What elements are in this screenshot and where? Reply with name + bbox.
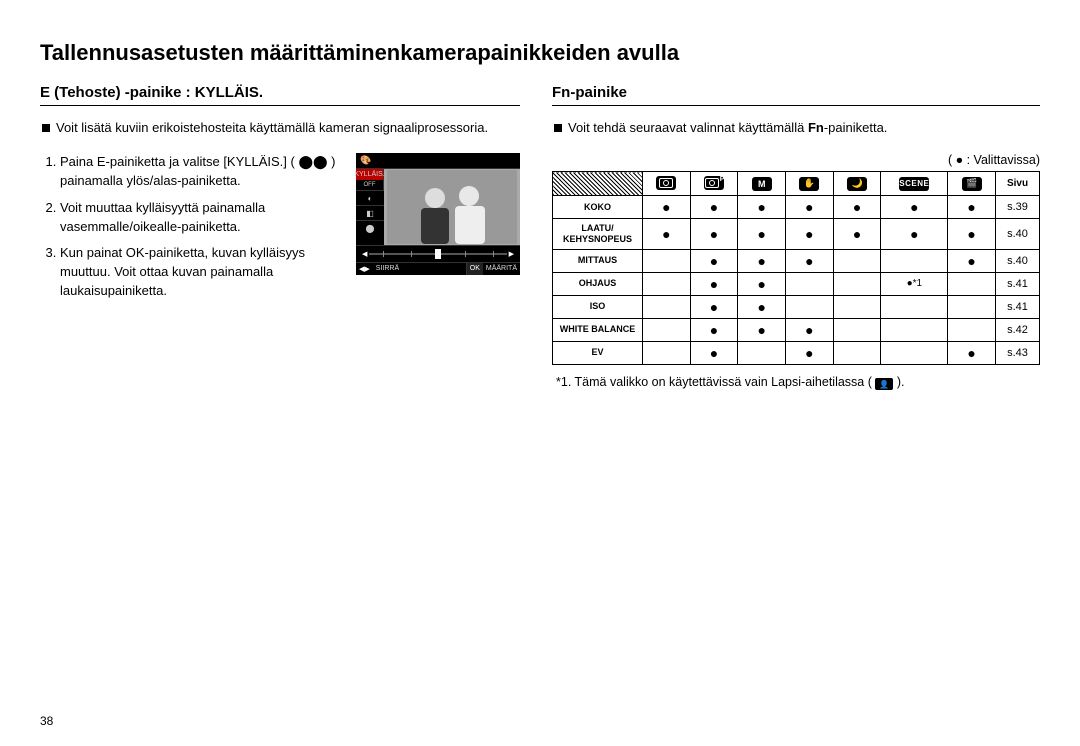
manual-mode-icon: M (752, 177, 772, 191)
row-iso: ISO (553, 295, 643, 318)
row-mittaus: MITTAUS (553, 249, 643, 272)
couple-photo-placeholder (387, 170, 517, 244)
col-mode-night: 🌙 (833, 172, 881, 196)
lcd-preview-image (384, 169, 520, 245)
fn-footnote: *1. Tämä valikko on käytettävissä vain L… (556, 375, 1040, 390)
lcd-arrows-icon: ◀▶ (356, 263, 373, 275)
lcd-set-label: MÄÄRITÄ (483, 263, 520, 275)
program-mode-icon: P (704, 176, 724, 190)
table-legend: ( ● : Valittavissa) (552, 153, 1040, 167)
lcd-selected-label: KYLLÄIS. (356, 169, 384, 180)
table-row: KOKO ● ● ● ● ● ● ● s.39 (553, 196, 1040, 219)
effect-intro: Voit lisätä kuviin erikoistehosteita käy… (42, 120, 520, 135)
camera-lcd-mock: 🎨 KYLLÄIS. OFF ◐ ◧ ⬤ (356, 153, 520, 275)
table-row: WHITE BALANCE ● ● ● s.42 (553, 318, 1040, 341)
col-mode-movie: 🎬 (948, 172, 996, 196)
lcd-top-icon: 🎨 (356, 153, 520, 168)
table-row: EV ● ● ● s.43 (553, 341, 1040, 364)
col-mode-manual: M (738, 172, 786, 196)
row-ev: EV (553, 341, 643, 364)
row-ohjaus: OHJAUS (553, 272, 643, 295)
col-mode-program: P (690, 172, 738, 196)
table-row: OHJAUS ● ● ●*1 s.41 (553, 272, 1040, 295)
col-mode-dis: ✋ (786, 172, 834, 196)
row-wb: WHITE BALANCE (553, 318, 643, 341)
step-1: Paina E-painiketta ja valitse [KYLLÄIS.]… (60, 153, 340, 191)
scene-mode-icon: SCENE (899, 177, 929, 191)
lcd-side-icon-1: ◐ (356, 190, 384, 205)
lcd-move-label: SIIRRÄ (373, 263, 402, 275)
content-columns: E (Tehoste) -painike : KYLLÄIS. Voit lis… (40, 84, 1040, 389)
col-page: Sivu (996, 172, 1040, 196)
page-number: 38 (40, 714, 53, 728)
child-mode-icon: 👤 (875, 378, 893, 390)
lcd-side-icon-2: ◧ (356, 205, 384, 220)
lcd-off-label: OFF (356, 180, 384, 190)
lcd-side-icon-3: ⬤ (356, 220, 384, 235)
bullet-icon (554, 124, 562, 132)
fn-intro: Voit tehdä seuraavat valinnat käyttämäll… (554, 120, 1040, 135)
step-2: Voit muuttaa kylläisyyttä painamalla vas… (60, 199, 340, 237)
lcd-ok-icon: OK (466, 263, 483, 275)
lcd-footer: ◀▶ SIIRRÄ OK MÄÄRITÄ (356, 262, 520, 275)
table-corner (553, 172, 643, 196)
table-row: ISO ● ● s.41 (553, 295, 1040, 318)
lcd-slider: ◀ ▶ (356, 245, 520, 262)
dis-mode-icon: ✋ (799, 177, 819, 191)
night-mode-icon: 🌙 (847, 177, 867, 191)
effect-heading: E (Tehoste) -painike : KYLLÄIS. (40, 84, 520, 106)
step-3: Kun painat OK-painiketta, kuvan kylläisy… (60, 244, 340, 301)
section-fn: Fn-painike Voit tehdä seuraavat valinnat… (552, 84, 1040, 389)
bullet-icon (42, 124, 50, 132)
movie-mode-icon: 🎬 (962, 177, 982, 191)
row-laatu: LAATU/ KEHYSNOPEUS (553, 219, 643, 250)
row-koko: KOKO (553, 196, 643, 219)
section-effect: E (Tehoste) -painike : KYLLÄIS. Voit lis… (40, 84, 520, 389)
effect-steps: Paina E-painiketta ja valitse [KYLLÄIS.]… (40, 153, 340, 309)
fn-heading: Fn-painike (552, 84, 1040, 106)
fn-table: P M ✋ 🌙 SCENE 🎬 Sivu KOKO ● ● ● ● ● (552, 171, 1040, 365)
fn-table-body: KOKO ● ● ● ● ● ● ● s.39 LAATU/ KEHYSNOPE… (553, 196, 1040, 365)
table-row: LAATU/ KEHYSNOPEUS ● ● ● ● ● ● ● s.40 (553, 219, 1040, 250)
table-row: MITTAUS ● ● ● ● s.40 (553, 249, 1040, 272)
col-mode-scene: SCENE (881, 172, 948, 196)
col-mode-auto (643, 172, 691, 196)
page-title: Tallennusasetusten määrittäminenkamerapa… (40, 40, 1040, 66)
auto-mode-icon (656, 176, 676, 190)
